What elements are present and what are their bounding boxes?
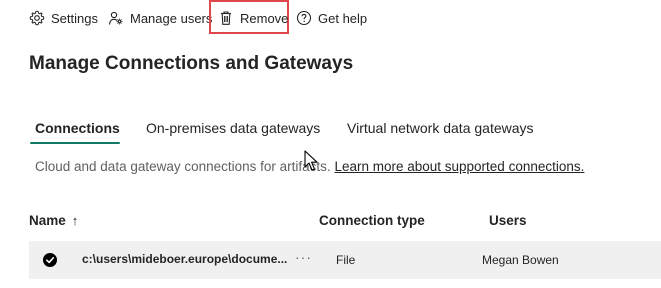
trash-icon (221, 11, 231, 25)
remove-label: Remove (240, 10, 289, 26)
selected-check-icon[interactable] (43, 253, 57, 267)
get-help-button[interactable]: Get help (296, 6, 367, 30)
tab-connections[interactable]: Connections (35, 116, 120, 144)
help-icon (296, 10, 312, 26)
get-help-label: Get help (318, 10, 368, 26)
column-header-users[interactable]: Users (489, 213, 527, 228)
page: Settings Manage users Remove Get help Ma… (0, 0, 661, 288)
learn-more-link[interactable]: Learn more about supported connections. (334, 159, 584, 174)
description-text: Cloud and data gateway connections for a… (35, 159, 331, 174)
column-header-name-label: Name (29, 213, 66, 228)
connection-type: File (336, 253, 356, 267)
column-header-connection-type[interactable]: Connection type (319, 213, 425, 228)
mouse-cursor-icon (304, 150, 318, 171)
column-header-name[interactable]: Name ↑ (29, 213, 78, 228)
manage-users-icon (108, 11, 123, 25)
tab-list: Connections On-premises data gateways Vi… (0, 116, 661, 146)
page-title: Manage Connections and Gateways (29, 53, 354, 74)
sort-ascending-icon: ↑ (71, 213, 79, 228)
table-row[interactable]: c:\users\mideboer.europe\docume... ··· F… (29, 241, 661, 279)
manage-users-button[interactable]: Manage users (108, 6, 212, 30)
remove-button[interactable]: Remove (218, 6, 288, 30)
tab-virtual-network-data-gateways[interactable]: Virtual network data gateways (347, 116, 534, 144)
toolbar: Settings Manage users Remove Get help (0, 0, 661, 36)
selected-tab-indicator (30, 142, 120, 144)
more-options-icon[interactable]: ··· (295, 249, 312, 265)
tab-on-premises-data-gateways[interactable]: On-premises data gateways (146, 116, 320, 144)
connection-users: Megan Bowen (482, 253, 559, 267)
settings-label: Settings (51, 10, 98, 26)
gear-icon (29, 10, 45, 26)
connection-name[interactable]: c:\users\mideboer.europe\docume... (82, 252, 287, 266)
settings-button[interactable]: Settings (29, 6, 98, 30)
manage-users-label: Manage users (130, 10, 213, 26)
